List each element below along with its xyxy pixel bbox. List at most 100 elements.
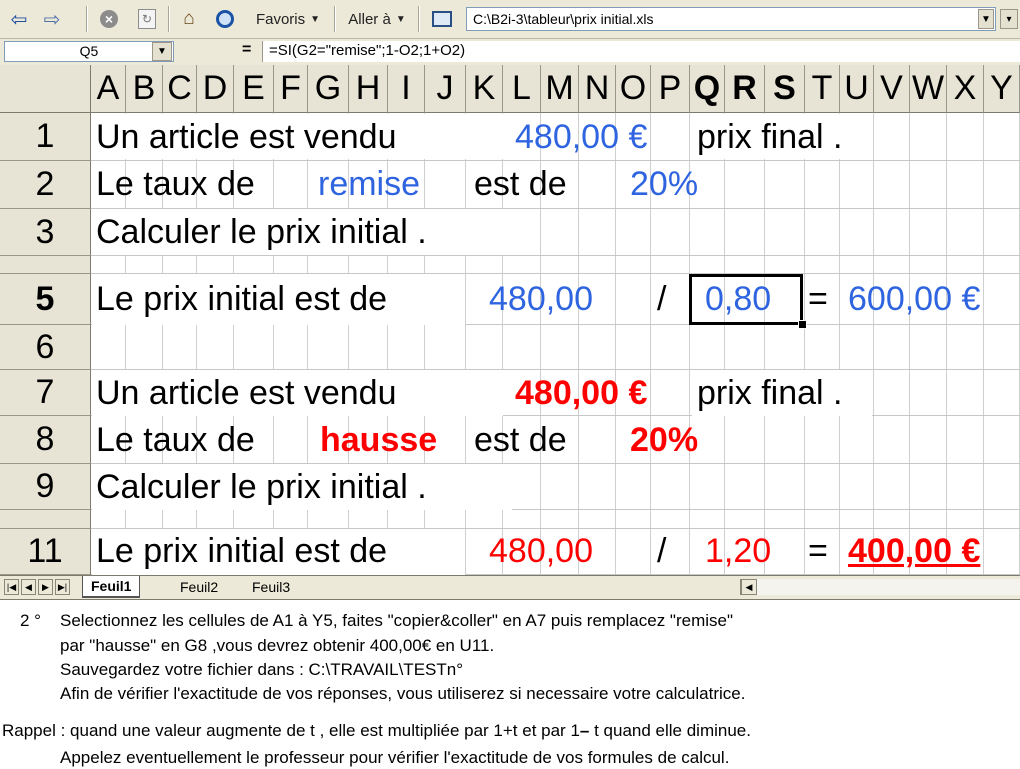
- cell-a1[interactable]: Un article est vendu: [96, 120, 397, 154]
- column-header-g[interactable]: G: [308, 65, 349, 113]
- chevron-down-icon: ▼: [395, 13, 406, 25]
- cell-g2[interactable]: remise: [318, 167, 420, 201]
- column-header-s[interactable]: S: [765, 65, 805, 113]
- column-gridline: [839, 113, 840, 575]
- cell-q11[interactable]: 1,20: [705, 534, 771, 568]
- cell-final-7[interactable]: prix final .: [697, 376, 843, 410]
- column-header-l[interactable]: L: [503, 65, 541, 113]
- row-header-1[interactable]: 1: [0, 113, 91, 161]
- go-to-menu[interactable]: Aller à ▼: [342, 6, 412, 32]
- column-header-a[interactable]: A: [91, 65, 126, 113]
- cell-price-1[interactable]: 480,00 €: [515, 120, 647, 154]
- refresh-button[interactable]: ↻: [134, 6, 160, 32]
- column-header-e[interactable]: E: [234, 65, 274, 113]
- column-header-h[interactable]: H: [349, 65, 388, 113]
- cell-estde-2[interactable]: est de: [474, 167, 567, 201]
- cell-eq-5[interactable]: =: [808, 282, 828, 316]
- tab-feuil2[interactable]: Feuil2: [172, 576, 226, 598]
- cell-o8[interactable]: 20%: [630, 423, 698, 457]
- cell-estde-8[interactable]: est de: [474, 423, 567, 457]
- name-box-dropdown[interactable]: ▼: [152, 42, 172, 61]
- row-header-11[interactable]: 11: [0, 529, 91, 575]
- back-button[interactable]: ⇦: [6, 6, 32, 32]
- window-button[interactable]: [428, 6, 456, 32]
- cell-u11[interactable]: 400,00 €: [848, 534, 980, 568]
- column-gridline: [804, 113, 805, 575]
- first-icon: |◀: [6, 581, 17, 592]
- column-header-x[interactable]: X: [947, 65, 984, 113]
- row-header-hidden[interactable]: [0, 256, 91, 274]
- column-header-p[interactable]: P: [651, 65, 690, 113]
- column-header-w[interactable]: W: [910, 65, 947, 113]
- cell-a9[interactable]: Calculer le prix initial .: [96, 470, 427, 504]
- column-header-r[interactable]: R: [725, 65, 765, 113]
- cell-slash-11[interactable]: /: [657, 534, 666, 568]
- next-sheet-button[interactable]: ▶: [38, 579, 53, 595]
- cell-a3[interactable]: Calculer le prix initial .: [96, 215, 427, 249]
- instruction-number: 2 °: [20, 611, 41, 630]
- scroll-left-button[interactable]: ◀: [741, 579, 757, 595]
- refresh-icon: ↻: [138, 9, 156, 29]
- toolbar-divider: [86, 6, 88, 32]
- column-header-j[interactable]: J: [425, 65, 466, 113]
- cell-a7[interactable]: Un article est vendu: [96, 376, 397, 410]
- name-box[interactable]: Q5: [4, 41, 174, 62]
- row-header-2[interactable]: 2: [0, 161, 91, 209]
- column-header-m[interactable]: M: [541, 65, 579, 113]
- row-header-6[interactable]: 6: [0, 325, 91, 370]
- fill-handle[interactable]: [798, 320, 807, 329]
- toolbar-options-button[interactable]: ▾: [1000, 9, 1018, 29]
- cell-a8[interactable]: Le taux de: [96, 423, 255, 457]
- last-sheet-button[interactable]: ▶|: [55, 579, 70, 595]
- column-header-k[interactable]: K: [466, 65, 503, 113]
- prev-sheet-button[interactable]: ◀: [21, 579, 36, 595]
- column-header-t[interactable]: T: [805, 65, 840, 113]
- address-bar[interactable]: C:\B2i-3\tableur\prix initial.xls: [466, 7, 996, 31]
- column-header-q[interactable]: Q: [690, 65, 725, 113]
- row-header-3[interactable]: 3: [0, 209, 91, 256]
- active-cell-q5[interactable]: [689, 274, 803, 325]
- cell-price-7[interactable]: 480,00 €: [515, 376, 647, 410]
- cell-o2[interactable]: 20%: [630, 167, 698, 201]
- column-header-o[interactable]: O: [616, 65, 651, 113]
- cell-final-1[interactable]: prix final .: [697, 120, 843, 154]
- cell-price-11[interactable]: 480,00: [489, 534, 593, 568]
- column-header-i[interactable]: I: [388, 65, 425, 113]
- tab-feuil3[interactable]: Feuil3: [244, 576, 298, 598]
- forward-button[interactable]: ⇨: [34, 6, 70, 32]
- column-header-f[interactable]: F: [274, 65, 308, 113]
- search-button[interactable]: [212, 6, 238, 32]
- tab-feuil1[interactable]: Feuil1: [82, 576, 141, 598]
- spreadsheet-grid[interactable]: ABCDEFGHIJKLMNOPQRSTUVWXY 1 2 3 5 6 7 8 9 11 Un …: [0, 65, 1020, 575]
- scroll-left-icon: ◀: [745, 581, 753, 592]
- home-button[interactable]: ⌂: [176, 6, 202, 32]
- cell-a5[interactable]: Le prix initial est de: [96, 282, 387, 316]
- row-header-hidden[interactable]: [0, 510, 91, 529]
- cell-u5[interactable]: 600,00 €: [848, 282, 980, 316]
- cell-slash-5[interactable]: /: [657, 282, 666, 316]
- cell-eq-11[interactable]: =: [808, 534, 828, 568]
- column-header-u[interactable]: U: [840, 65, 874, 113]
- select-all-corner[interactable]: [0, 65, 91, 113]
- address-dropdown-button[interactable]: ▼: [978, 9, 994, 29]
- row-header-7[interactable]: 7: [0, 370, 91, 416]
- row-header-8[interactable]: 8: [0, 416, 91, 464]
- cell-price-5[interactable]: 480,00: [489, 282, 593, 316]
- cell-g8[interactable]: hausse: [320, 423, 437, 457]
- column-header-v[interactable]: V: [874, 65, 910, 113]
- formula-input[interactable]: =SI(G2="remise";1-O2;1+O2): [262, 41, 1020, 62]
- horizontal-scrollbar[interactable]: ◀: [740, 579, 1020, 595]
- column-header-b[interactable]: B: [126, 65, 163, 113]
- row-header-5[interactable]: 5: [0, 274, 91, 325]
- cell-a11[interactable]: Le prix initial est de: [96, 534, 387, 568]
- first-sheet-button[interactable]: |◀: [4, 579, 19, 595]
- cell-a2[interactable]: Le taux de: [96, 167, 255, 201]
- row-header-9[interactable]: 9: [0, 464, 91, 510]
- column-header-y[interactable]: Y: [984, 65, 1020, 113]
- favorites-menu[interactable]: Favoris ▼: [248, 6, 328, 32]
- column-header-d[interactable]: D: [197, 65, 234, 113]
- column-header-n[interactable]: N: [579, 65, 616, 113]
- column-header-c[interactable]: C: [163, 65, 197, 113]
- toolbar-divider: [168, 6, 170, 32]
- stop-button[interactable]: ×: [96, 6, 122, 32]
